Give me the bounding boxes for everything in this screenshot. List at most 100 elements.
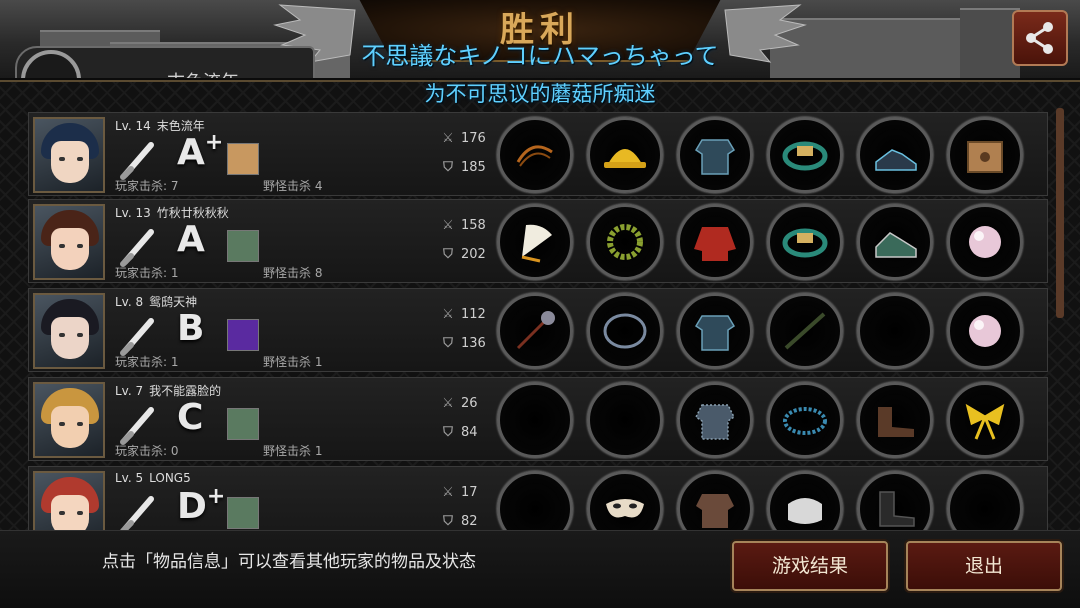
player-name: LONG5 xyxy=(149,471,191,485)
attack-stat: ⚔ 17 xyxy=(439,485,477,500)
equipment-slot[interactable] xyxy=(587,204,663,280)
equipment-slot[interactable] xyxy=(677,204,753,280)
exit-button[interactable]: 退出 xyxy=(906,541,1062,591)
equipment-slot[interactable] xyxy=(947,117,1023,193)
skill-icon[interactable] xyxy=(227,230,259,262)
combat-boots-icon xyxy=(879,491,915,527)
mask-icon xyxy=(606,499,644,518)
avatar-eye xyxy=(59,511,65,515)
monster-kills: 野怪击杀 1 xyxy=(263,355,323,369)
skill-icon[interactable] xyxy=(227,319,259,351)
player-avatar[interactable] xyxy=(33,117,105,193)
attack-stat: ⚔ 176 xyxy=(439,131,486,146)
equipment-slot[interactable] xyxy=(767,117,843,193)
avatar-face xyxy=(51,317,89,359)
grade-plus: + xyxy=(204,130,224,155)
equipment-slot[interactable] xyxy=(857,382,933,458)
monster-kills: 野怪击杀 1 xyxy=(263,444,323,458)
shoes-icon xyxy=(875,149,917,171)
bracelet-icon xyxy=(782,228,828,258)
chainmail-icon xyxy=(695,404,735,440)
player-avatar[interactable] xyxy=(33,204,105,280)
equipment-slot[interactable] xyxy=(857,117,933,193)
avatar-eye xyxy=(59,244,65,248)
defense-stat: ⛉ 84 xyxy=(439,425,477,440)
equipment-slot[interactable] xyxy=(587,382,663,458)
player-kills: 玩家击杀: 1 xyxy=(115,355,179,369)
equipment-slot[interactable] xyxy=(497,382,573,458)
equipment-slot[interactable] xyxy=(677,117,753,193)
attack-stat: ⚔ 158 xyxy=(439,218,486,233)
avatar-eye xyxy=(59,422,65,426)
skill-icon[interactable] xyxy=(227,497,259,529)
whip-icon xyxy=(516,145,553,167)
player-row[interactable]: Lv. 13 竹秋廿秋秋秋 A 玩家击杀: 1 野怪击杀 8 ⚔ 158 ⛉ 202 xyxy=(28,199,1048,283)
player-level: Lv. 13 竹秋廿秋秋秋 xyxy=(115,206,229,220)
armor-icon xyxy=(694,139,736,175)
stick-icon xyxy=(784,312,826,350)
equipment-slot[interactable] xyxy=(767,204,843,280)
fan-icon xyxy=(521,224,552,263)
player-level: Lv. 5 LONG5 xyxy=(115,471,191,485)
equipment-slot[interactable] xyxy=(587,293,663,369)
player-row[interactable]: Lv. 7 我不能露脸的 C 玩家击杀: 0 野怪击杀 1 ⚔ 26 ⛉ 84 xyxy=(28,377,1048,461)
player-name: 鸳鸱天神 xyxy=(149,295,198,309)
player-avatar[interactable] xyxy=(33,293,105,369)
subtitle-chinese: 为不可思议的蘑菇所痴迷 xyxy=(424,82,656,106)
player-avatar[interactable] xyxy=(33,382,105,458)
avatar-face xyxy=(51,228,89,270)
gauntlet-icon xyxy=(788,498,822,524)
shield-icon: ⛉ xyxy=(443,425,453,440)
footer: 点击「物品信息」可以查看其他玩家的物品及状态 游戏结果 退出 xyxy=(0,530,1080,608)
shield-icon: ⛉ xyxy=(443,336,453,351)
player-kills: 玩家击杀: 1 xyxy=(115,266,179,280)
equipment-slot[interactable] xyxy=(857,293,933,369)
equipment-slot[interactable] xyxy=(767,382,843,458)
game-result-button[interactable]: 游戏结果 xyxy=(732,541,888,591)
grade-rating: C xyxy=(177,397,204,438)
swords-icon: ⚔ xyxy=(442,131,454,146)
player-row[interactable]: Lv. 8 鸳鸱天神 B 玩家击杀: 1 野怪击杀 1 ⚔ 112 ⛉ 136 xyxy=(28,288,1048,372)
avatar-eye xyxy=(59,157,65,161)
sneakers-icon xyxy=(875,232,917,258)
equipment-slot[interactable] xyxy=(767,293,843,369)
player-row[interactable]: Lv. 14 末色流年 A+ 玩家击杀: 7 野怪击杀 4 ⚔ 176 ⛉ 185 xyxy=(28,112,1048,196)
equipment-slot[interactable] xyxy=(947,204,1023,280)
grade-rating: A+ xyxy=(177,130,224,173)
equipment-slot[interactable] xyxy=(947,293,1023,369)
avatar-eye xyxy=(77,244,83,248)
equipment-slot[interactable] xyxy=(587,117,663,193)
equipment-slot[interactable] xyxy=(497,117,573,193)
avatar-eye xyxy=(77,511,83,515)
weapon-icon xyxy=(120,496,154,534)
leather-armor-icon xyxy=(696,494,734,528)
equipment-slot[interactable] xyxy=(947,382,1023,458)
player-name: 竹秋廿秋秋秋 xyxy=(156,206,229,220)
scrollbar[interactable] xyxy=(1056,108,1064,318)
top-bar: 末色流年 胜利 不思議なキノコにハマっちゃって xyxy=(0,0,1080,78)
swords-icon: ⚔ xyxy=(442,396,454,411)
equipment-slot[interactable] xyxy=(497,293,573,369)
player-name: 我不能露脸的 xyxy=(149,384,222,398)
ring-icon xyxy=(603,313,647,349)
skill-icon[interactable] xyxy=(227,408,259,440)
armor-icon xyxy=(694,315,736,351)
bracelet-icon xyxy=(782,141,828,171)
share-button[interactable] xyxy=(1012,10,1068,66)
weapon-icon xyxy=(120,229,154,267)
equipment-slot[interactable] xyxy=(497,204,573,280)
hard-hat-icon xyxy=(604,149,646,168)
equipment-slot[interactable] xyxy=(857,204,933,280)
equipment-slot[interactable] xyxy=(677,293,753,369)
bead-bracelet-icon xyxy=(783,407,827,435)
crate-icon xyxy=(967,141,1003,173)
swords-icon: ⚔ xyxy=(442,307,454,322)
defense-stat: ⛉ 202 xyxy=(439,247,486,262)
jacket-icon xyxy=(694,227,736,261)
equipment-slot[interactable] xyxy=(677,382,753,458)
subtitle-japanese: 不思議なキノコにハマっちゃって xyxy=(361,42,719,70)
skill-icon[interactable] xyxy=(227,143,259,175)
avatar-face xyxy=(51,406,89,448)
boots-icon xyxy=(878,407,914,437)
pearl-icon xyxy=(969,315,1001,347)
